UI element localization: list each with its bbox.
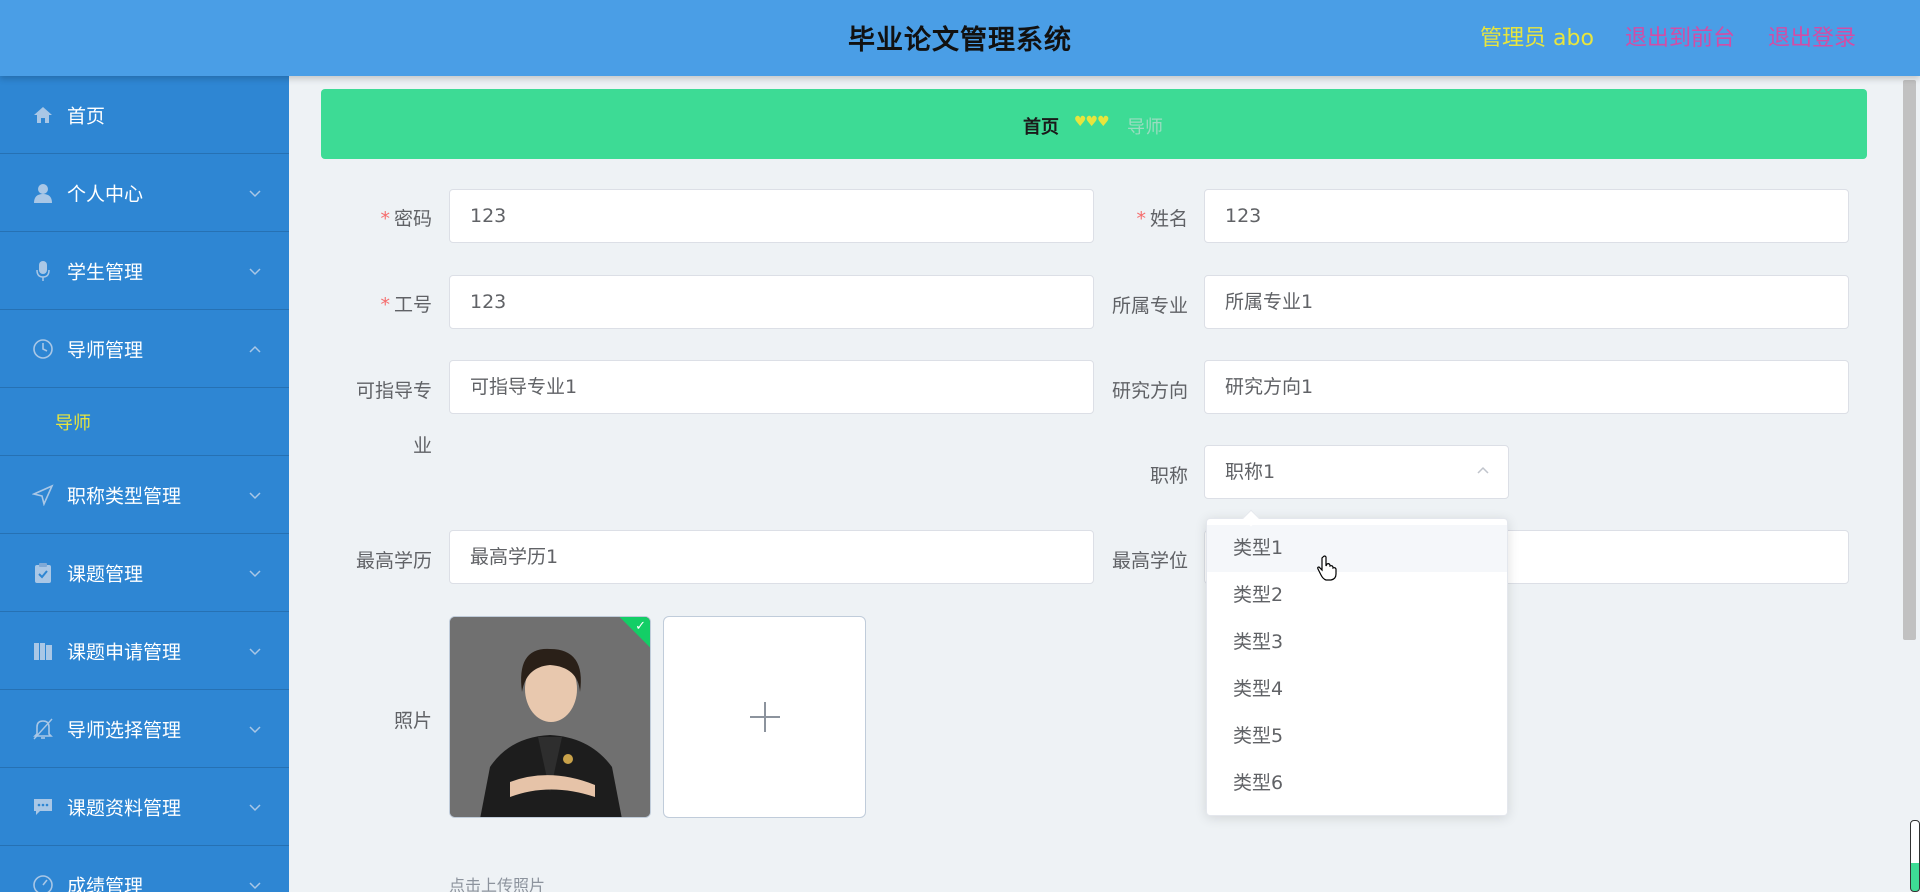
sidebar-item-label: 课题管理 bbox=[67, 563, 144, 585]
major-field[interactable]: 所属专业1 bbox=[1204, 275, 1849, 329]
chevron-up-icon bbox=[1477, 466, 1489, 474]
required-mark: * bbox=[380, 208, 390, 230]
research-direction-label: 研究方向 bbox=[1111, 380, 1188, 402]
page-scrollbar[interactable] bbox=[1899, 76, 1920, 892]
chevron-down-icon bbox=[249, 569, 261, 577]
user-icon bbox=[32, 182, 54, 204]
job-number-field[interactable]: 123 bbox=[449, 275, 1094, 329]
name-field[interactable]: 123 bbox=[1204, 189, 1849, 243]
clock-icon bbox=[32, 338, 54, 360]
title-select[interactable]: 职称1 bbox=[1204, 445, 1509, 499]
clipboard-check-icon bbox=[32, 562, 54, 584]
side-level-indicator bbox=[1910, 820, 1920, 892]
education-field[interactable]: 最高学历1 bbox=[449, 530, 1094, 584]
gauge-icon bbox=[32, 874, 54, 892]
chevron-down-icon bbox=[249, 189, 261, 197]
name-label: * 姓名 bbox=[1136, 208, 1188, 230]
sidebar-item-tutor-management[interactable]: 导师管理 bbox=[0, 310, 289, 388]
chevron-down-icon bbox=[249, 881, 261, 889]
microphone-icon bbox=[32, 260, 54, 282]
plus-icon bbox=[749, 702, 780, 732]
sidebar-item-label: 学生管理 bbox=[67, 261, 144, 283]
guide-major-label-wrap: 业 bbox=[412, 435, 432, 457]
chevron-up-icon bbox=[249, 345, 261, 353]
sidebar-item-label: 首页 bbox=[67, 105, 106, 127]
chevron-down-icon bbox=[249, 725, 261, 733]
password-label: * 密码 bbox=[380, 208, 432, 230]
research-direction-field[interactable]: 研究方向1 bbox=[1204, 360, 1849, 414]
title-dropdown: 类型1 类型2 类型3 类型4 类型5 类型6 bbox=[1206, 509, 1508, 816]
photo-label: 照片 bbox=[393, 710, 432, 732]
uploaded-photo[interactable]: ✓ bbox=[449, 616, 651, 818]
job-number-label: * 工号 bbox=[380, 294, 432, 316]
sidebar-item-topic-management[interactable]: 课题管理 bbox=[0, 534, 289, 612]
upload-photo-button[interactable] bbox=[663, 616, 866, 818]
dropdown-option[interactable]: 类型6 bbox=[1207, 760, 1507, 807]
breadcrumb-separator: ♥♥♥ bbox=[1074, 114, 1110, 130]
hand-cursor-icon bbox=[1317, 555, 1337, 581]
sidebar-item-label: 个人中心 bbox=[67, 183, 144, 205]
chevron-down-icon bbox=[249, 491, 261, 499]
chevron-down-icon bbox=[249, 803, 261, 811]
dropdown-option[interactable]: 类型4 bbox=[1207, 666, 1507, 713]
bell-icon bbox=[32, 718, 54, 740]
sidebar-item-topic-material-management[interactable]: 课题资料管理 bbox=[0, 768, 289, 846]
breadcrumb: 首页 ♥♥♥ 导师 bbox=[321, 89, 1867, 159]
dropdown-option[interactable]: 类型5 bbox=[1207, 713, 1507, 760]
required-mark: * bbox=[380, 294, 390, 316]
exit-to-front-link[interactable]: 退出到前台 bbox=[1625, 20, 1735, 52]
files-icon bbox=[32, 640, 54, 662]
sidebar-item-topic-application-management[interactable]: 课题申请管理 bbox=[0, 612, 289, 690]
upload-hint: 点击上传照片 bbox=[449, 876, 546, 892]
dropdown-option[interactable]: 类型1 bbox=[1207, 525, 1507, 572]
password-field[interactable]: 123 bbox=[449, 189, 1094, 243]
scrollbar-thumb[interactable] bbox=[1903, 80, 1916, 640]
current-user: 管理员 abo bbox=[1480, 26, 1594, 51]
sidebar-item-title-type-management[interactable]: 职称类型管理 bbox=[0, 456, 289, 534]
home-icon bbox=[32, 104, 54, 126]
sidebar-item-home[interactable]: 首页 bbox=[0, 76, 289, 154]
breadcrumb-current: 导师 bbox=[1127, 117, 1163, 138]
portrait-image bbox=[450, 617, 650, 817]
education-label: 最高学历 bbox=[355, 550, 432, 572]
check-icon: ✓ bbox=[635, 619, 646, 634]
major-label: 所属专业 bbox=[1111, 295, 1188, 317]
sidebar-subitem-tutor[interactable]: 导师 bbox=[0, 388, 289, 456]
sidebar-item-tutor-selection-management[interactable]: 导师选择管理 bbox=[0, 690, 289, 768]
title-select-value: 职称1 bbox=[1225, 461, 1276, 483]
degree-label: 最高学位 bbox=[1111, 550, 1188, 572]
dropdown-option[interactable]: 类型3 bbox=[1207, 619, 1507, 666]
sidebar-subitem-label: 导师 bbox=[55, 412, 91, 434]
sidebar-item-personal-center[interactable]: 个人中心 bbox=[0, 154, 289, 232]
sidebar-item-label: 课题资料管理 bbox=[67, 797, 182, 819]
chat-icon bbox=[32, 796, 54, 818]
sidebar-item-student-management[interactable]: 学生管理 bbox=[0, 232, 289, 310]
chevron-down-icon bbox=[249, 267, 261, 275]
top-header: 毕业论文管理系统 管理员 abo 退出到前台 退出登录 bbox=[0, 0, 1920, 76]
sidebar-item-label: 课题申请管理 bbox=[67, 641, 182, 663]
guide-major-field[interactable]: 可指导专业1 bbox=[449, 360, 1094, 414]
sidebar-item-grade-management[interactable]: 成绩管理 bbox=[0, 846, 289, 892]
sidebar-item-label: 职称类型管理 bbox=[67, 485, 182, 507]
required-mark: * bbox=[1136, 208, 1146, 230]
sidebar-item-label: 导师选择管理 bbox=[67, 719, 182, 741]
title-label: 职称 bbox=[1149, 465, 1188, 487]
sidebar: 首页 个人中心 学生管理 导师管理 导师 职称类型管理 课题管理 课题申请管理 … bbox=[0, 76, 289, 892]
dropdown-option[interactable]: 类型2 bbox=[1207, 572, 1507, 619]
send-icon bbox=[32, 483, 54, 506]
sidebar-item-label: 成绩管理 bbox=[67, 875, 144, 892]
breadcrumb-home[interactable]: 首页 bbox=[1023, 113, 1059, 139]
guide-major-label: 可指导专 bbox=[355, 380, 432, 402]
logout-link[interactable]: 退出登录 bbox=[1768, 20, 1856, 52]
chevron-down-icon bbox=[249, 647, 261, 655]
sidebar-item-label: 导师管理 bbox=[67, 339, 144, 361]
